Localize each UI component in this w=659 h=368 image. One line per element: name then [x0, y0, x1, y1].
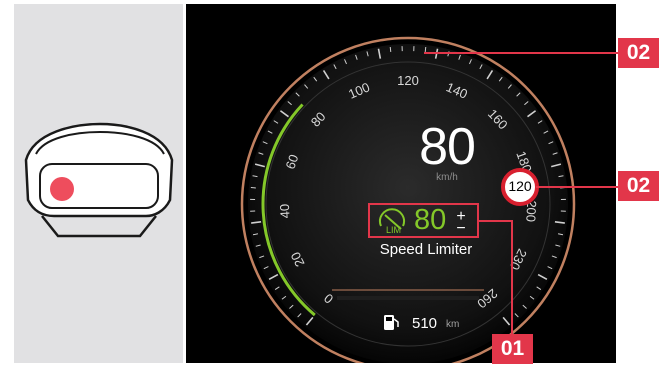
speed-limit-sign-value: 120 [503, 173, 537, 199]
scale-label: 120 [397, 73, 419, 88]
fuel-range-unit: km [446, 319, 459, 330]
callout-line-top [424, 52, 620, 54]
speed-limiter-set-speed: 80 [414, 204, 446, 237]
callout-01-bottom: 01 [492, 334, 533, 364]
instrument-cluster-display: 020406080100120140160180200230260 80 km/… [186, 4, 616, 363]
fuel-pump-icon [381, 311, 403, 333]
callout-line-right [536, 186, 620, 188]
callout-02-right: 02 [618, 171, 659, 201]
instrument-cluster-icon [14, 4, 183, 363]
bottom-bar [337, 296, 479, 300]
callout-02-top: 02 [618, 38, 659, 68]
callout-line-bottom-v [511, 220, 513, 336]
speed-limiter-lim-icon: LIM [377, 207, 409, 235]
gauge-tick [251, 187, 256, 188]
speed-limiter-label: Speed Limiter [366, 241, 486, 258]
speed-unit: km/h [372, 172, 522, 183]
callout-line-bottom-h [478, 220, 512, 222]
svg-text:LIM: LIM [386, 225, 401, 235]
instrument-cluster-thumbnail [14, 4, 183, 363]
speed-limiter-decrease[interactable]: − [454, 222, 468, 236]
highlight-dot [50, 177, 74, 201]
current-speed: 80 [372, 117, 522, 177]
speedometer-gauge: 020406080100120140160180200230260 [186, 4, 616, 363]
gauge-tick [390, 47, 391, 52]
fuel-range-value: 510 [412, 315, 437, 332]
scale-label: 40 [277, 204, 293, 219]
